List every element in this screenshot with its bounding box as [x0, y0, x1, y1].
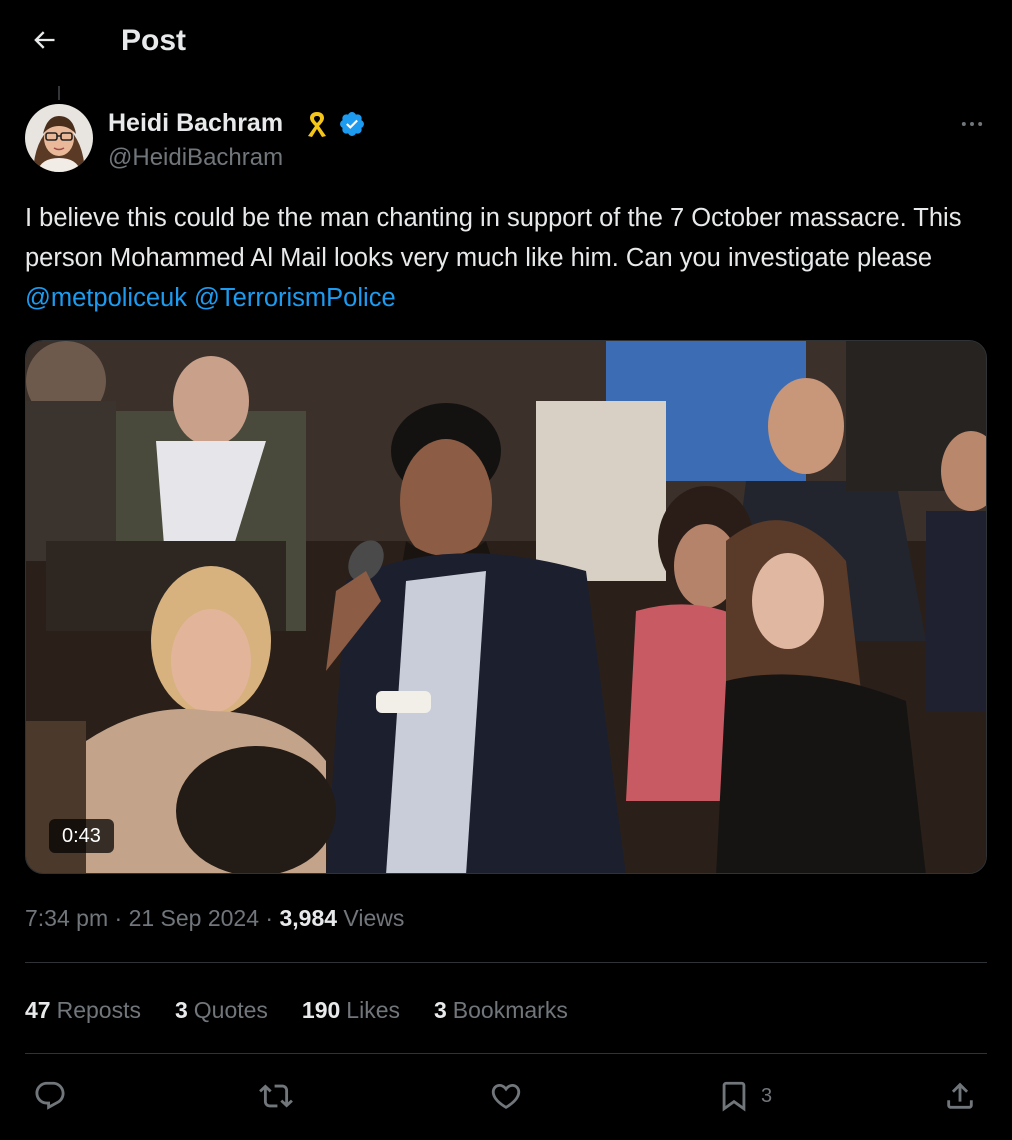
views-label: Views: [343, 905, 405, 931]
likes-count: 190: [301, 997, 341, 1023]
mention-link[interactable]: @metpoliceuk: [25, 284, 187, 312]
share-icon: [947, 1082, 973, 1109]
yellow-ribbon-icon: [308, 112, 326, 137]
like-button[interactable]: [489, 1076, 523, 1116]
verified-badge-icon: [340, 112, 364, 136]
bookmarks-label: Bookmarks: [452, 997, 568, 1023]
video-thumbnail: [26, 341, 986, 873]
reposts-stat[interactable]: 47 Reposts: [25, 994, 141, 1026]
post-time[interactable]: 7:34 pm: [25, 905, 108, 931]
like-icon: [491, 1083, 521, 1109]
thread-line: [58, 86, 60, 100]
bookmarks-count: 3: [434, 997, 447, 1023]
reposts-label: Reposts: [56, 997, 141, 1023]
post-date[interactable]: 21 Sep 2024: [129, 905, 259, 931]
reply-button[interactable]: [33, 1076, 67, 1116]
share-button[interactable]: [943, 1076, 977, 1116]
divider: [25, 962, 987, 963]
likes-stat[interactable]: 190 Likes: [302, 994, 400, 1026]
bookmarks-stat[interactable]: 3 Bookmarks: [434, 994, 568, 1026]
author-handle[interactable]: @HeidiBachram: [108, 143, 283, 173]
meta-separator: ·: [265, 905, 274, 931]
quotes-stat[interactable]: 3 Quotes: [175, 994, 268, 1026]
repost-icon: [259, 1084, 293, 1108]
back-arrow-icon: [34, 31, 55, 49]
post-meta: 7:34 pm · 21 Sep 2024 · 3,984 Views: [25, 902, 404, 934]
meta-separator: ·: [114, 905, 123, 931]
post-body-text: I believe this could be the man chanting…: [25, 204, 962, 272]
avatar[interactable]: [25, 104, 93, 172]
more-icon: [961, 122, 983, 126]
back-button[interactable]: [26, 22, 62, 58]
likes-label: Likes: [346, 997, 400, 1023]
bookmark-icon: [722, 1081, 746, 1112]
views-count: 3,984: [279, 905, 338, 931]
author-name[interactable]: Heidi Bachram: [108, 108, 283, 138]
post-header: Post: [0, 0, 1012, 82]
bookmark-button[interactable]: 3: [717, 1076, 772, 1116]
quotes-label: Quotes: [193, 997, 268, 1023]
engagement-stats: 47 Reposts 3 Quotes 190 Likes 3 Bookmarks: [25, 994, 568, 1026]
bookmark-count: 3: [761, 1084, 773, 1107]
reply-icon: [35, 1081, 65, 1110]
page-title: Post: [121, 24, 187, 57]
more-options-button[interactable]: [952, 108, 992, 140]
video-player[interactable]: 0:43: [25, 340, 987, 874]
divider: [25, 1053, 987, 1054]
quotes-count: 3: [174, 997, 188, 1023]
repost-button[interactable]: [259, 1076, 293, 1116]
mention-link[interactable]: @TerrorismPolice: [194, 284, 396, 312]
reposts-count: 47: [25, 997, 51, 1023]
action-bar: 3: [25, 1072, 987, 1120]
video-duration-badge: 0:43: [49, 819, 114, 853]
post-text: I believe this could be the man chanting…: [25, 198, 990, 318]
